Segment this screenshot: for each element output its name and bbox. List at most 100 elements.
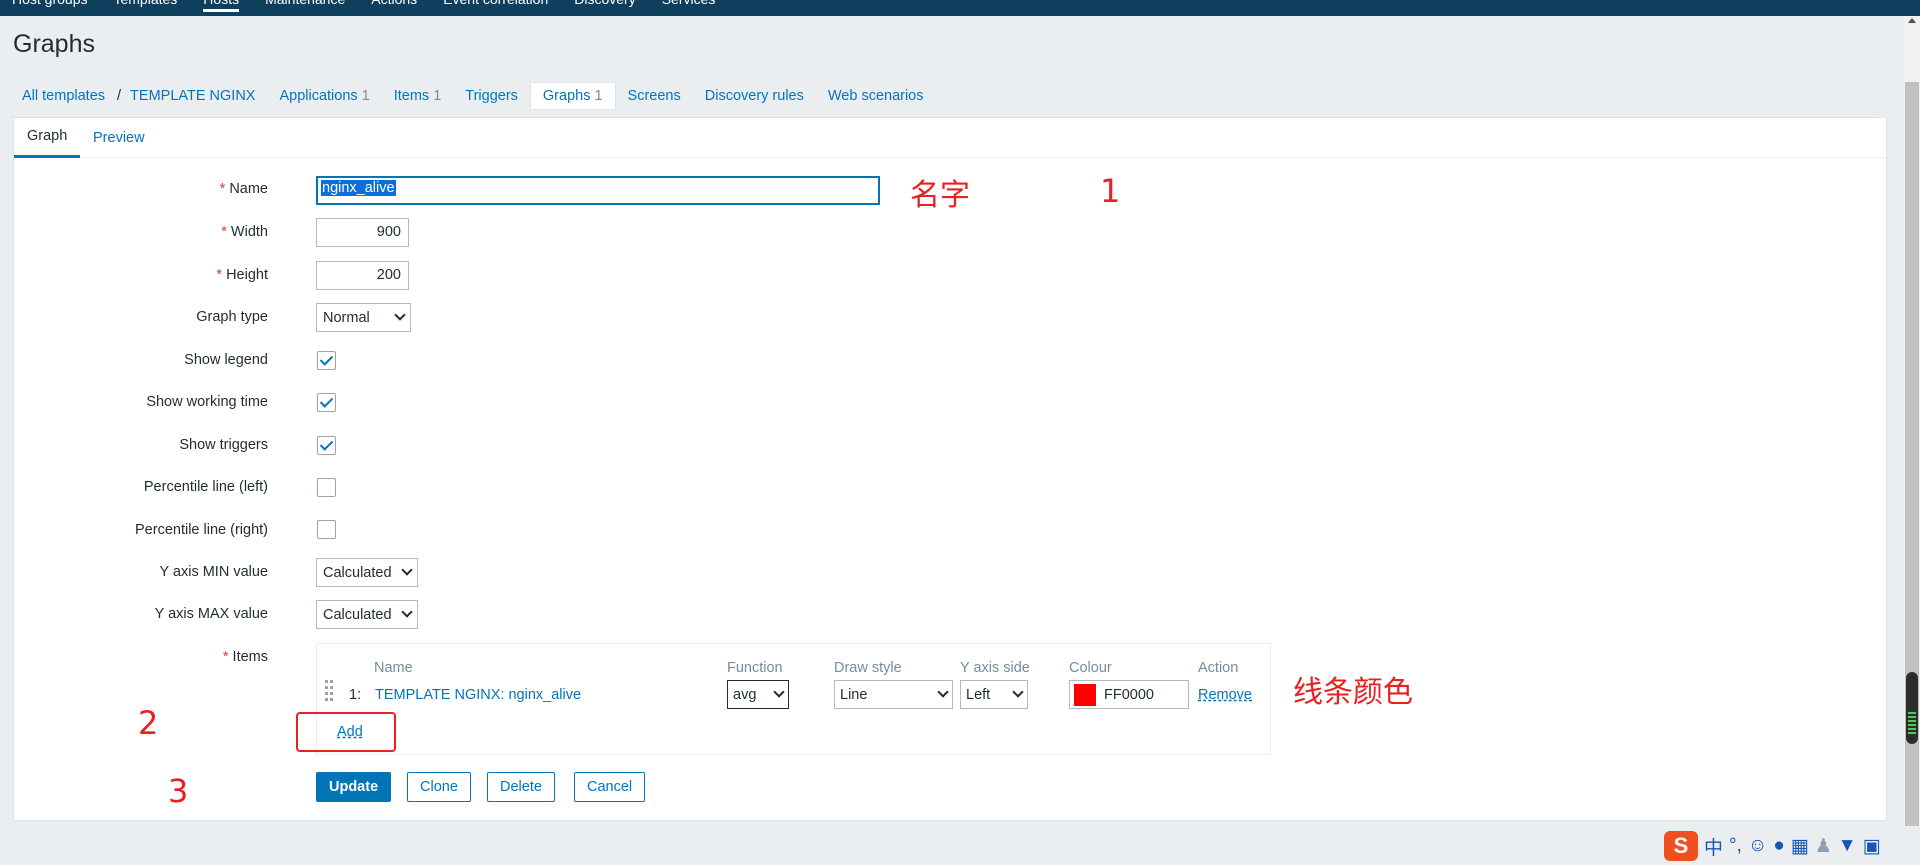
shirt-icon[interactable]: ▼: [1838, 835, 1857, 857]
required-mark: *: [221, 224, 227, 240]
width-label: * Width: [221, 224, 268, 240]
col-action: Action: [1198, 660, 1239, 676]
percentile-left-checkbox[interactable]: [317, 478, 336, 497]
item-name-link[interactable]: TEMPLATE NGINX: nginx_alive: [375, 687, 581, 703]
breadcrumb: All templates / TEMPLATE NGINX Applicati…: [13, 82, 936, 110]
tab-screens[interactable]: Screens: [616, 83, 693, 109]
graph-type-label: Graph type: [196, 309, 268, 325]
show-working-time-checkbox[interactable]: [317, 393, 336, 412]
tab-items[interactable]: Items 1: [382, 83, 454, 109]
nav-discovery[interactable]: Discovery: [574, 0, 635, 12]
chevron-down-icon: [773, 686, 785, 698]
top-navigation: Host groups Templates Hosts Maintenance …: [0, 0, 1920, 16]
breadcrumb-template[interactable]: TEMPLATE NGINX: [118, 83, 267, 109]
nav-event-correlation[interactable]: Event correlation: [443, 0, 548, 12]
tab-applications[interactable]: Applications 1: [267, 83, 381, 109]
grid-icon[interactable]: ▣: [1863, 835, 1881, 858]
chevron-down-icon: [401, 606, 413, 618]
tab-graphs-label: Graphs: [542, 88, 591, 104]
ymin-label: Y axis MIN value: [159, 564, 268, 580]
tab-graphs[interactable]: Graphs 1: [529, 82, 616, 110]
graph-type-select[interactable]: Normal: [316, 303, 411, 332]
tab-graphs-count: 1: [594, 88, 603, 104]
col-y-axis-side: Y axis side: [960, 660, 1030, 676]
ime-tray: S 中 °, ☺ ● ▦ ♟ ▼ ▣: [1662, 827, 1920, 865]
microphone-icon[interactable]: ●: [1773, 835, 1784, 857]
scroll-up-icon[interactable]: [1908, 18, 1916, 23]
annotation-step-3: 3: [168, 772, 189, 810]
delete-button[interactable]: Delete: [487, 772, 555, 802]
nav-maintenance[interactable]: Maintenance: [265, 0, 345, 12]
tab-triggers[interactable]: Triggers: [453, 83, 530, 109]
item-draw-style-value: Line: [840, 686, 868, 703]
items-label: * Items: [223, 649, 268, 665]
tab-items-label: Items: [393, 88, 430, 104]
required-mark: *: [219, 181, 226, 197]
ymax-select[interactable]: Calculated: [316, 600, 418, 629]
show-legend-checkbox[interactable]: [317, 351, 336, 370]
item-y-axis-side-select[interactable]: Left: [960, 680, 1028, 709]
clone-button[interactable]: Clone: [407, 772, 471, 802]
required-mark: *: [222, 649, 229, 665]
tab-applications-count: 1: [361, 88, 370, 104]
item-function-select[interactable]: avg: [727, 680, 789, 709]
chevron-down-icon: [394, 309, 406, 321]
show-triggers-checkbox[interactable]: [317, 436, 336, 455]
annotation-line-colour-note: 线条颜色: [1293, 675, 1413, 710]
items-label-text: Items: [232, 649, 268, 665]
annotation-step-2: 2: [138, 704, 159, 742]
col-function: Function: [727, 660, 783, 676]
ymax-value: Calculated: [323, 606, 392, 623]
ime-logo-icon[interactable]: S: [1664, 831, 1698, 861]
cancel-button[interactable]: Cancel: [574, 772, 646, 802]
name-label: * Name: [220, 181, 268, 197]
percentile-right-label: Percentile line (right): [135, 522, 268, 538]
nav-hosts[interactable]: Hosts: [203, 0, 240, 12]
item-draw-style-select[interactable]: Line: [834, 680, 953, 709]
height-label-text: Height: [226, 267, 268, 283]
annotation-name-note: 名字: [910, 178, 970, 213]
tab-web-scenarios[interactable]: Web scenarios: [816, 83, 936, 109]
height-label: * Height: [216, 267, 268, 283]
ime-punctuation[interactable]: °,: [1729, 835, 1742, 857]
keyboard-icon[interactable]: ▦: [1791, 835, 1809, 858]
nav-actions[interactable]: Actions: [371, 0, 417, 12]
name-field-value: nginx_alive: [321, 180, 396, 196]
chevron-down-icon: [401, 564, 413, 576]
tab-graph[interactable]: Graph: [14, 118, 81, 158]
percentile-left-label: Percentile line (left): [143, 479, 268, 495]
emoji-icon[interactable]: ☺: [1748, 835, 1767, 857]
height-field[interactable]: 200: [316, 261, 409, 290]
ymin-select[interactable]: Calculated: [316, 558, 418, 587]
col-name: Name: [374, 660, 413, 676]
ymin-value: Calculated: [323, 564, 392, 581]
side-grip-icon[interactable]: [1906, 672, 1918, 744]
percentile-right-checkbox[interactable]: [317, 520, 336, 539]
colour-swatch[interactable]: [1074, 683, 1096, 706]
tab-applications-label: Applications: [279, 88, 358, 104]
ime-chinese-mode[interactable]: 中: [1704, 833, 1723, 860]
nav-templates[interactable]: Templates: [113, 0, 177, 12]
form-tabs: Graph Preview: [14, 118, 1886, 158]
width-label-text: Width: [230, 224, 268, 240]
col-draw-style: Draw style: [834, 660, 902, 676]
required-mark: *: [216, 267, 223, 283]
update-button[interactable]: Update: [316, 772, 392, 802]
nav-services[interactable]: Services: [662, 0, 716, 12]
tab-preview[interactable]: Preview: [80, 118, 158, 158]
item-colour-field[interactable]: FF0000: [1069, 680, 1189, 709]
tab-discovery-rules[interactable]: Discovery rules: [693, 83, 816, 109]
breadcrumb-all-templates[interactable]: All templates: [13, 83, 117, 109]
user-icon[interactable]: ♟: [1815, 835, 1832, 858]
chevron-down-icon: [1012, 686, 1024, 698]
width-field[interactable]: 900: [316, 218, 409, 247]
drag-handle-icon[interactable]: [325, 680, 335, 702]
show-triggers-label: Show triggers: [179, 437, 268, 453]
chevron-down-icon: [937, 686, 949, 698]
show-legend-label: Show legend: [184, 352, 268, 368]
nav-host-groups[interactable]: Host groups: [12, 0, 87, 12]
item-remove-link[interactable]: Remove: [1198, 687, 1252, 703]
name-field[interactable]: nginx_alive: [316, 176, 880, 205]
annotation-step-1: 1: [1100, 172, 1121, 210]
item-y-axis-side-value: Left: [966, 686, 991, 703]
